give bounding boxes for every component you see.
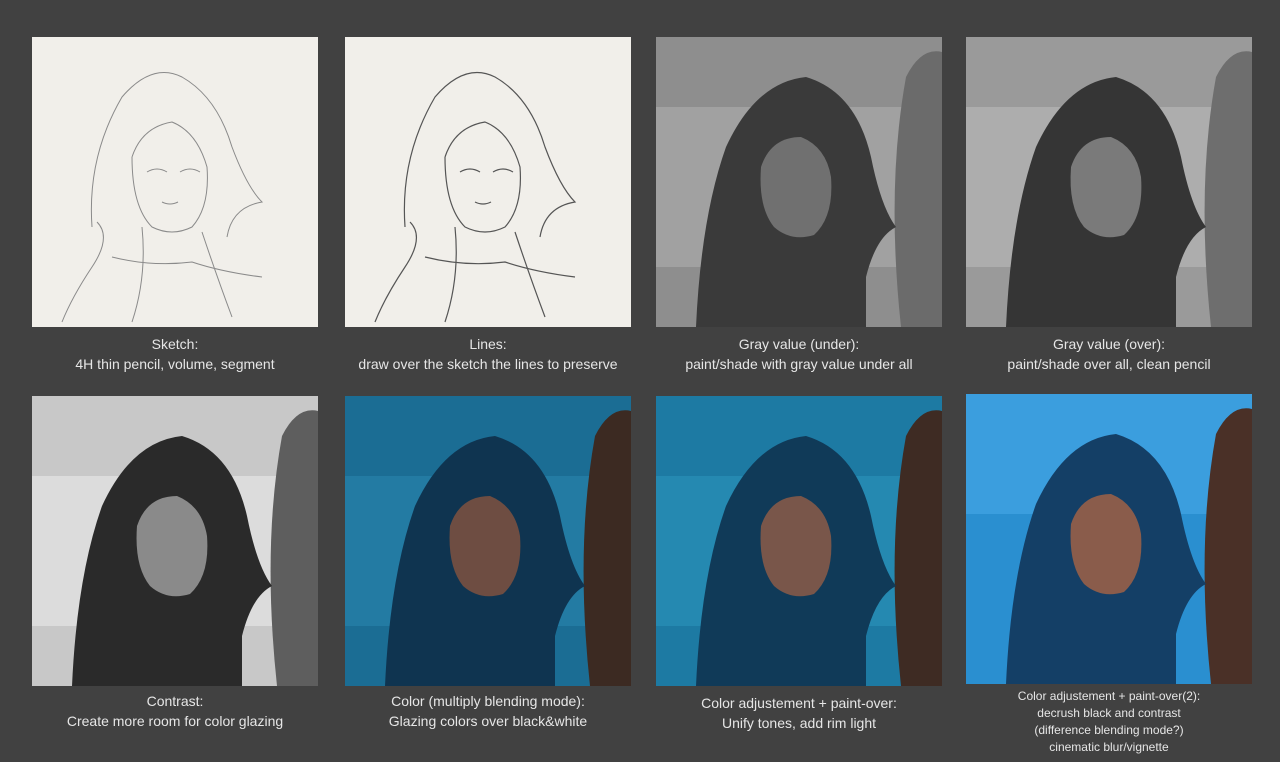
gray-over-caption: Gray value (over): paint/shade over all, … bbox=[1007, 336, 1211, 372]
contrast-step-image bbox=[32, 396, 318, 686]
contrast-caption: Contrast: Create more room for color glaz… bbox=[66, 693, 284, 729]
gray-over-step-image bbox=[966, 37, 1252, 327]
color-adjust-2-caption: Color adjustement + paint-over(2): decru… bbox=[1017, 689, 1201, 754]
gray-under-step-image bbox=[656, 37, 942, 327]
color-adjust-step-image bbox=[656, 396, 942, 686]
lines-caption: Lines: draw over the sketch the lines to … bbox=[358, 336, 618, 372]
color-adjust-caption: Color adjustement + paint-over: Unify ton… bbox=[701, 695, 897, 731]
color-multiply-caption: Color (multiply blending mode): Glazing c… bbox=[388, 693, 588, 729]
color-multiply-step-image bbox=[345, 396, 631, 686]
color-adjust-2-step-image bbox=[966, 394, 1252, 684]
sketch-caption: Sketch: 4H thin pencil, volume, segment bbox=[75, 336, 275, 372]
lines-step-image bbox=[345, 37, 631, 327]
sketch-step-image bbox=[32, 37, 318, 327]
gray-under-caption: Gray value (under): paint/shade with gray… bbox=[685, 336, 913, 372]
